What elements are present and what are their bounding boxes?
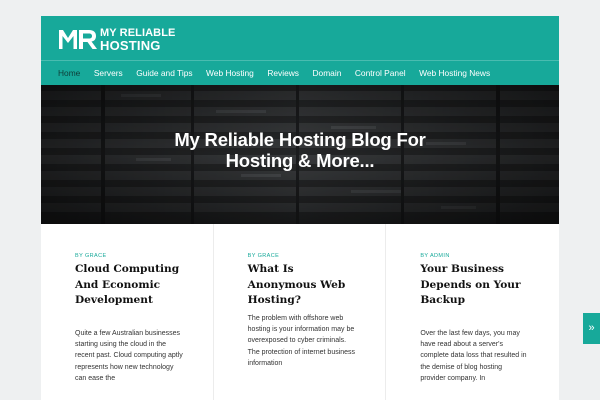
site-container: MY RELIABLE HOSTING Home Servers Guide a… — [41, 16, 559, 400]
hero-banner: My Reliable Hosting Blog For Hosting & M… — [41, 85, 559, 224]
post-excerpt: Quite a few Australian businesses starti… — [75, 330, 183, 382]
logo-mark-icon — [59, 30, 97, 49]
post-card: BY GRACE Cloud Computing And Economic De… — [41, 224, 214, 400]
nav-item-web-hosting-news[interactable]: Web Hosting News — [419, 68, 490, 78]
post-title[interactable]: Cloud Computing And Economic Development — [75, 262, 183, 309]
hero-title-line-1: My Reliable Hosting Blog For — [174, 129, 426, 150]
nav-item-servers[interactable]: Servers — [94, 68, 123, 78]
nav-item-home[interactable]: Home — [58, 68, 80, 78]
post-title[interactable]: Your Business Depends on Your Backup — [420, 262, 528, 309]
nav-item-reviews[interactable]: Reviews — [267, 68, 299, 78]
post-excerpt: Over the last few days, you may have rea… — [420, 330, 527, 382]
post-grid: BY GRACE Cloud Computing And Economic De… — [41, 224, 559, 400]
post-title[interactable]: What Is Anonymous Web Hosting? — [248, 262, 356, 309]
logo-line-1: MY RELIABLE — [100, 26, 176, 39]
logo-text: MY RELIABLE HOSTING — [100, 26, 176, 53]
post-excerpt: The problem with offshore web hosting is… — [247, 315, 356, 367]
nav-item-domain[interactable]: Domain — [313, 68, 342, 78]
side-panel-toggle-button[interactable]: » — [583, 313, 600, 344]
hero-title: My Reliable Hosting Blog For Hosting & M… — [41, 129, 559, 171]
nav-item-guide-and-tips[interactable]: Guide and Tips — [136, 68, 192, 78]
site-logo[interactable]: MY RELIABLE HOSTING — [58, 26, 176, 53]
post-card: BY GRACE What Is Anonymous Web Hosting? … — [214, 224, 387, 400]
nav-item-control-panel[interactable]: Control Panel — [355, 68, 406, 78]
nav-item-web-hosting[interactable]: Web Hosting — [206, 68, 254, 78]
post-author[interactable]: BY ADMIN — [420, 253, 449, 259]
nav-divider — [41, 60, 559, 61]
site-header: MY RELIABLE HOSTING Home Servers Guide a… — [41, 16, 559, 85]
hero-title-line-2: Hosting & More... — [225, 150, 375, 171]
logo-line-2: HOSTING — [100, 37, 161, 53]
post-card: BY ADMIN Your Business Depends on Your B… — [386, 224, 559, 400]
double-chevron-right-icon: » — [588, 322, 595, 334]
main-nav: Home Servers Guide and Tips Web Hosting … — [58, 62, 504, 84]
post-author[interactable]: BY GRACE — [75, 253, 107, 259]
post-author[interactable]: BY GRACE — [248, 253, 280, 259]
